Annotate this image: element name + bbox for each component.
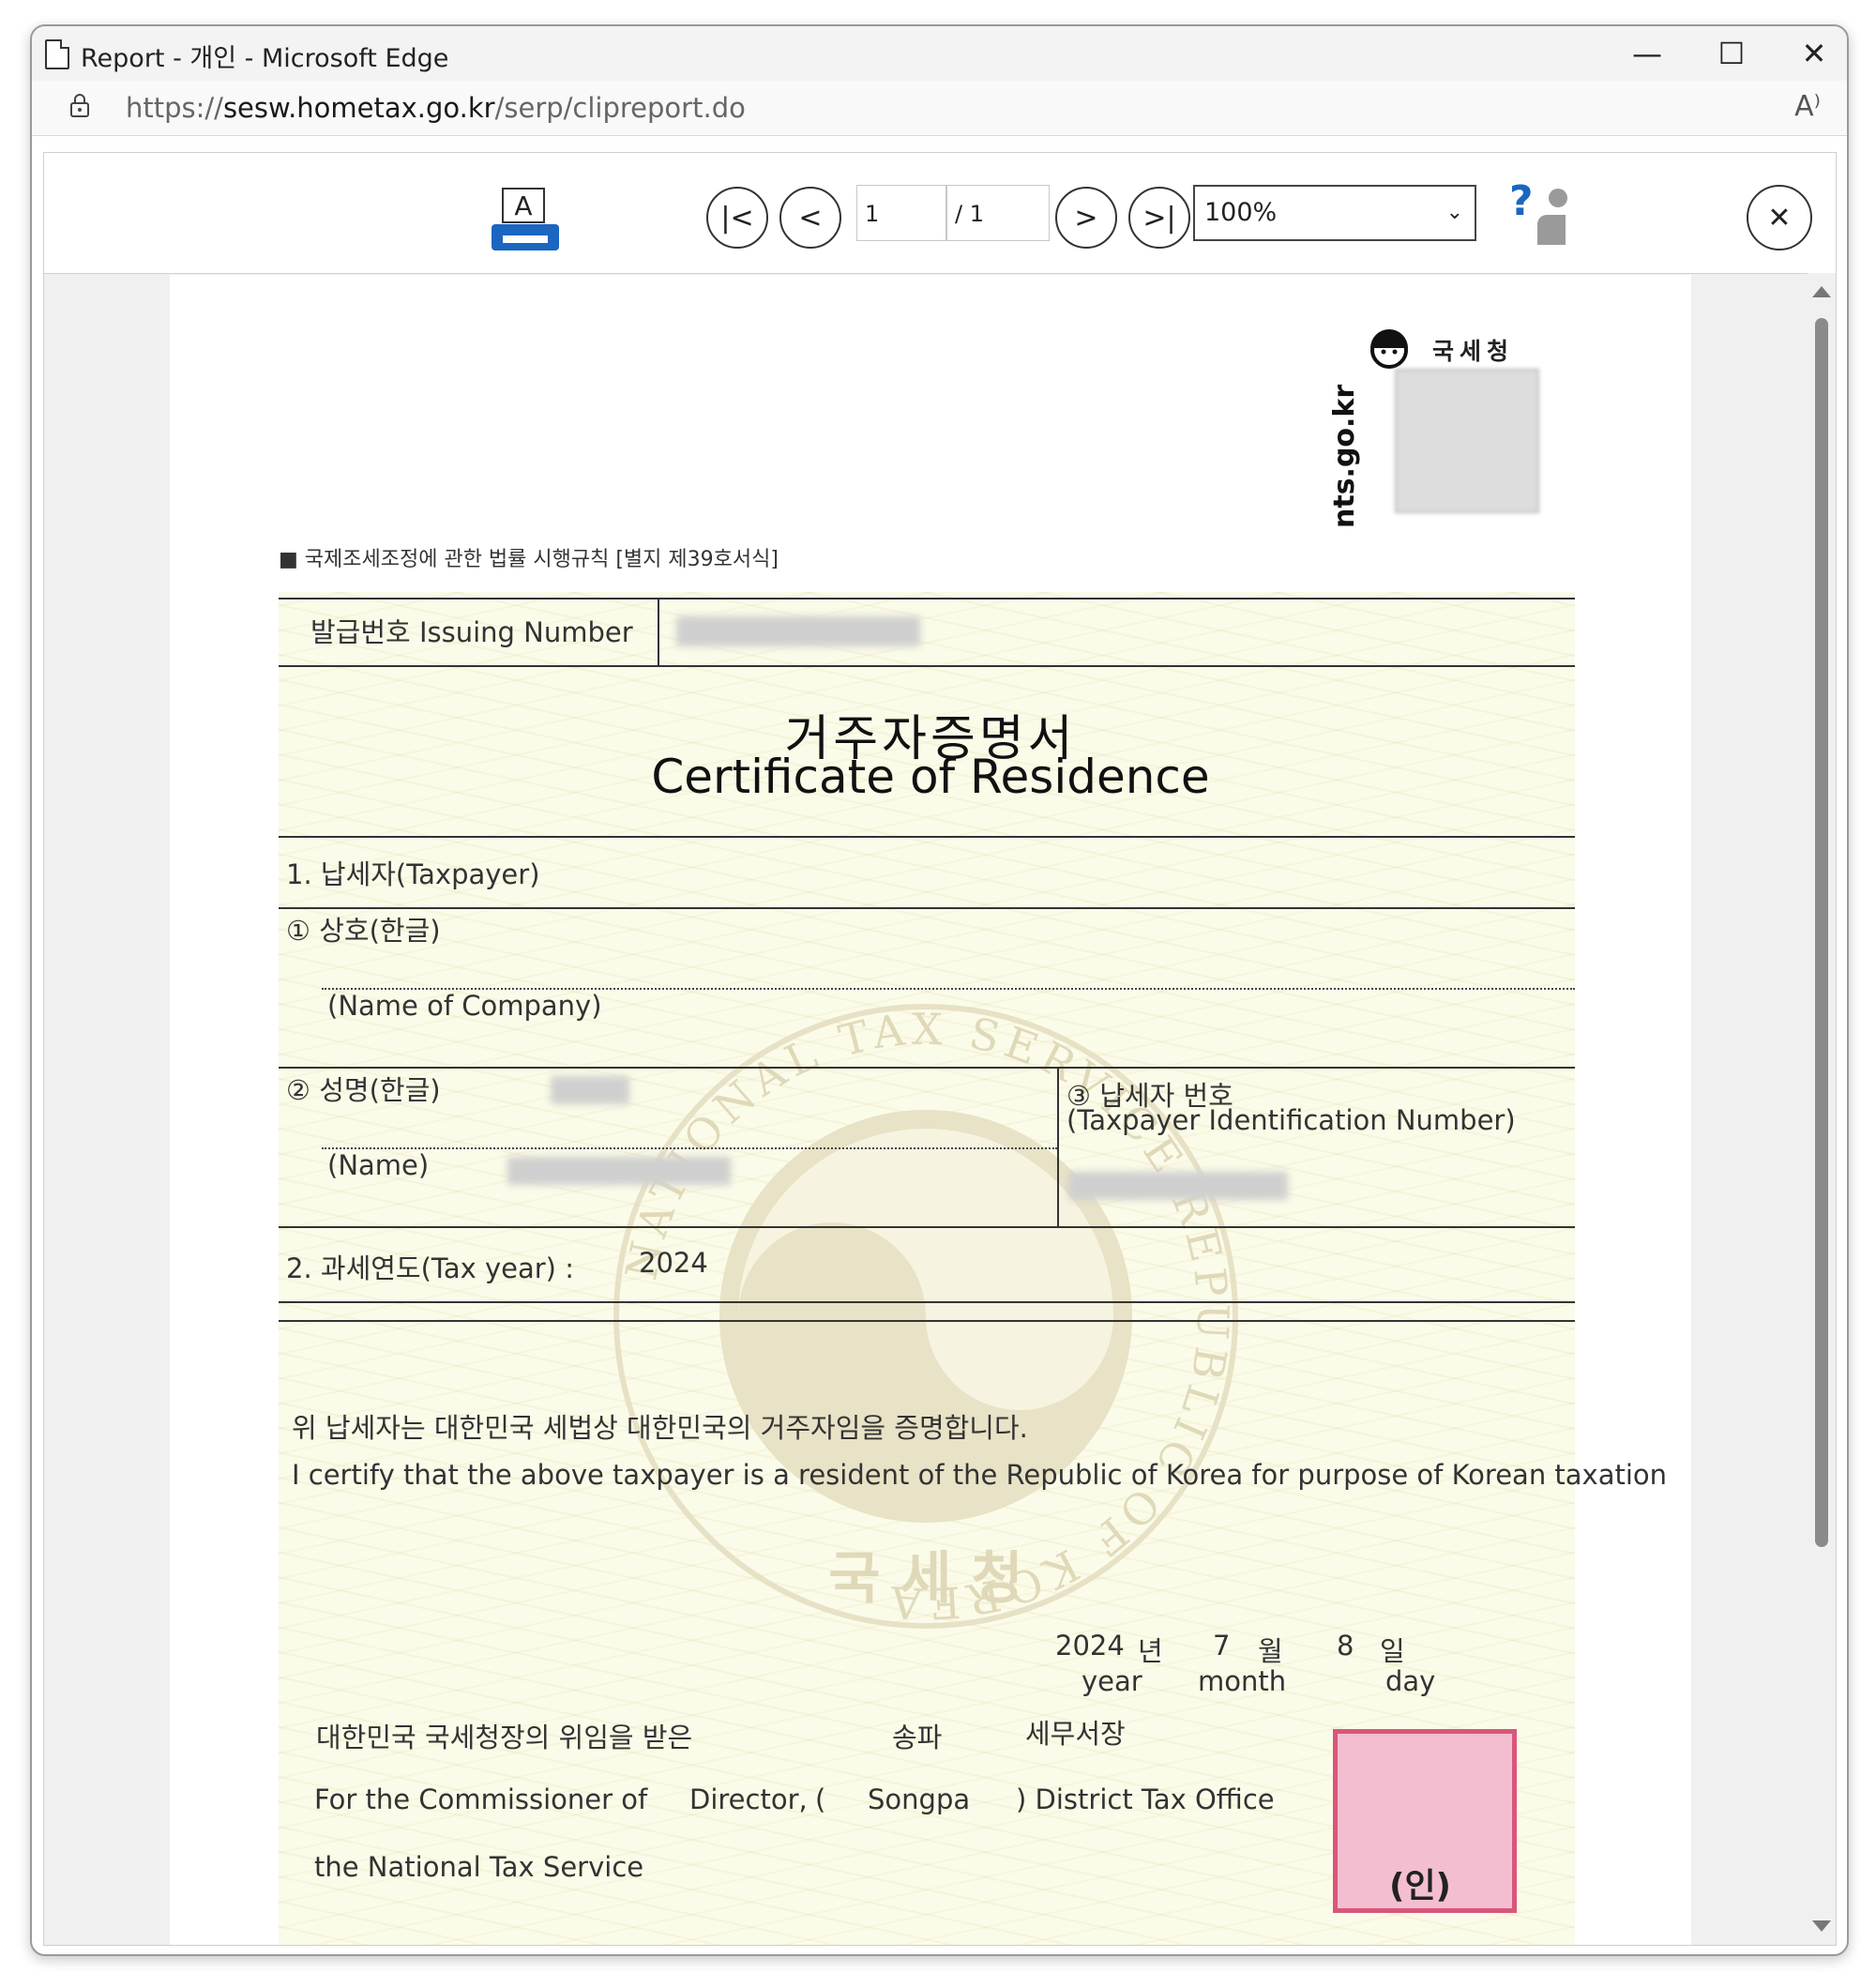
vertical-scrollbar[interactable]	[1808, 273, 1836, 1945]
name-korean-redacted	[551, 1076, 629, 1104]
browser-window: Report - 개인 - Microsoft Edge — ☐ ✕ https…	[30, 24, 1849, 1956]
section-taxpayer: 1. 납세자(Taxpayer)	[286, 858, 540, 890]
issue-day: 8	[1337, 1630, 1354, 1662]
window-title: Report - 개인 - Microsoft Edge	[81, 44, 449, 73]
nts-logo-text: 국세청	[1432, 338, 1515, 365]
viewer-toolbar: A |< < 1 / 1 > >| 100% ⌄ ? ✕	[44, 153, 1836, 274]
company-name-label: ① 상호(한글)	[286, 915, 441, 947]
form-reference: ■ 국제조세조정에 관한 법률 시행규칙 [별지 제39호서식]	[279, 548, 779, 571]
address-bar: https://sesw.hometax.go.kr/serp/cliprepo…	[32, 81, 1847, 136]
name-english-label: (Name)	[327, 1149, 430, 1181]
office-english: Songpa	[868, 1783, 971, 1815]
year-english: year	[1082, 1665, 1142, 1697]
maximize-button[interactable]: ☐	[1699, 30, 1764, 77]
rule	[279, 907, 1575, 909]
company-name-english-label: (Name of Company)	[327, 990, 602, 1022]
title-english: Certificate of Residence	[651, 750, 1210, 804]
nts-mascot-icon	[1370, 329, 1408, 369]
month-korean: 월	[1258, 1635, 1283, 1667]
paren-open: (	[815, 1783, 826, 1815]
prev-page-button[interactable]: <	[779, 187, 841, 249]
year-korean: 년	[1138, 1635, 1163, 1667]
dotted-rule	[322, 1147, 1057, 1149]
rule	[279, 1067, 1575, 1069]
zoom-select[interactable]: 100% ⌄	[1193, 185, 1476, 241]
certify-english: I certify that the above taxpayer is a r…	[292, 1459, 1668, 1491]
stamp-mark: (인)	[1388, 1867, 1452, 1905]
director-english: Director,	[689, 1783, 808, 1815]
help-icon[interactable]: ?	[1507, 177, 1575, 249]
url-text[interactable]: https://sesw.hometax.go.kr/serp/cliprepo…	[126, 92, 746, 124]
read-aloud-icon[interactable]: A⁾	[1794, 90, 1821, 123]
minimize-button[interactable]: —	[1614, 30, 1680, 77]
divider	[1057, 1067, 1059, 1226]
lock-icon	[70, 94, 89, 117]
rule	[279, 1320, 1575, 1322]
tax-year-label: 2. 과세연도(Tax year) :	[286, 1252, 574, 1284]
month-english: month	[1198, 1665, 1287, 1697]
nts-english: the National Tax Service	[314, 1851, 644, 1883]
close-viewer-button[interactable]: ✕	[1747, 185, 1812, 250]
issuing-number-label: 발급번호 Issuing Number	[310, 616, 633, 648]
tax-year-value: 2024	[639, 1247, 708, 1279]
scroll-down-icon[interactable]	[1812, 1920, 1831, 1932]
scroll-up-icon[interactable]	[1812, 286, 1831, 297]
report-viewer: A |< < 1 / 1 > >| 100% ⌄ ? ✕ NAT ONAL TA…	[43, 152, 1837, 1946]
next-page-button[interactable]: >	[1055, 187, 1117, 249]
divider	[658, 598, 659, 665]
rule	[279, 1301, 1575, 1303]
rule	[279, 665, 1575, 667]
total-pages: / 1	[946, 185, 1050, 241]
svg-text:?: ?	[1509, 177, 1534, 225]
tin-english-label: (Taxpayer Identification Number)	[1067, 1104, 1516, 1136]
first-page-button[interactable]: |<	[706, 187, 768, 249]
day-korean: 일	[1380, 1635, 1405, 1667]
svg-text:A: A	[514, 190, 532, 221]
delegation-korean: 대한민국 국세청장의 위임을 받은	[316, 1722, 693, 1753]
director-korean: 세무서장	[1025, 1718, 1126, 1750]
name-english-redacted	[507, 1157, 731, 1185]
issue-month: 7	[1213, 1630, 1231, 1662]
issuing-number-redacted	[676, 616, 920, 646]
day-english: day	[1385, 1665, 1436, 1697]
district-office: ) District Tax Office	[1016, 1783, 1275, 1815]
office-korean: 송파	[892, 1722, 943, 1753]
close-window-button[interactable]: ✕	[1781, 30, 1847, 77]
tin-redacted	[1068, 1172, 1288, 1200]
chevron-down-icon: ⌄	[1445, 201, 1463, 224]
nts-url-text: nts.go.kr	[1328, 384, 1361, 528]
current-page-input[interactable]: 1	[856, 185, 946, 241]
for-commissioner: For the Commissioner of	[314, 1783, 648, 1815]
name-label: ② 성명(한글)	[286, 1074, 441, 1106]
rule	[279, 1226, 1575, 1228]
rule	[279, 598, 1575, 599]
last-page-button[interactable]: >|	[1128, 187, 1190, 249]
rule	[279, 836, 1575, 838]
issue-year: 2024	[1055, 1630, 1125, 1662]
certify-korean: 위 납세자는 대한민국 세법상 대한민국의 거주자임을 증명합니다.	[292, 1412, 1028, 1444]
qr-code	[1395, 369, 1539, 513]
page-icon	[45, 39, 69, 69]
scroll-thumb[interactable]	[1815, 318, 1828, 1547]
certificate-page: NATIONAL TAX SERVICE REPUBLIC OF KOREA 국…	[170, 275, 1691, 1945]
print-icon[interactable]: A	[490, 187, 561, 254]
title-bar: Report - 개인 - Microsoft Edge — ☐ ✕	[32, 26, 1847, 82]
